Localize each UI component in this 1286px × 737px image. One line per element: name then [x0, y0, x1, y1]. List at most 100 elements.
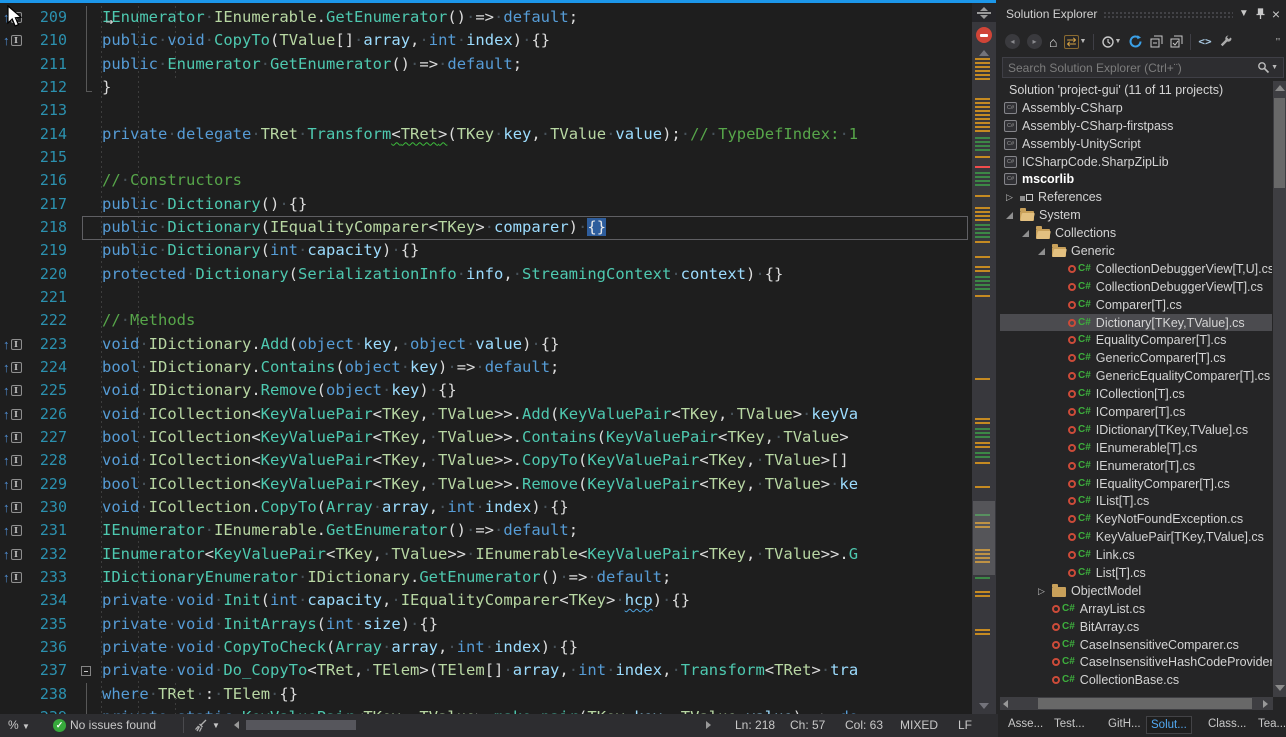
implements-glyph-icon[interactable]: ↑I: [0, 6, 32, 29]
tree-item[interactable]: C#ICollection[T].cs: [1000, 385, 1272, 403]
tree-item[interactable]: System: [1000, 206, 1272, 224]
tree-item[interactable]: C#GenericEqualityComparer[T].cs: [1000, 367, 1272, 385]
editor-horizontal-scrollbar[interactable]: [246, 720, 702, 730]
code-line[interactable]: 211→ → → public·Enumerator·GetEnumerator…: [0, 53, 972, 76]
code-line[interactable]: 213→: [0, 99, 972, 122]
view-code-icon[interactable]: <>: [1198, 35, 1211, 48]
code-line[interactable]: 216→ → //·Constructors: [0, 169, 972, 192]
fold-margin[interactable]: [76, 53, 100, 76]
implements-glyph-icon[interactable]: ↑I: [0, 496, 32, 519]
implements-glyph-icon[interactable]: [0, 589, 32, 612]
implements-glyph-icon[interactable]: [0, 659, 32, 682]
fold-margin[interactable]: [76, 309, 100, 332]
code-text[interactable]: → → private·void·Init(int·capacity,·IEqu…: [100, 589, 972, 612]
code-cleanup-caret-icon[interactable]: ▼: [212, 721, 220, 730]
implements-glyph-icon[interactable]: ↑I: [0, 29, 32, 52]
fold-margin[interactable]: [76, 286, 100, 309]
code-line[interactable]: ↑I232→ → IEnumerator<KeyValuePair<TKey,·…: [0, 543, 972, 566]
fold-margin[interactable]: [76, 543, 100, 566]
implements-glyph-icon[interactable]: ↑I: [0, 519, 32, 542]
fold-margin[interactable]: [76, 473, 100, 496]
code-cleanup-broom-icon[interactable]: [194, 719, 208, 732]
fold-margin[interactable]: [76, 29, 100, 52]
implements-glyph-icon[interactable]: [0, 123, 32, 146]
tree-item[interactable]: C#EqualityComparer[T].cs: [1000, 331, 1272, 349]
tree-item[interactable]: C#IEqualityComparer[T].cs: [1000, 475, 1272, 493]
tree-item[interactable]: ▷References: [1000, 188, 1272, 206]
tree-item[interactable]: C#List[T].cs: [1000, 564, 1272, 582]
implements-glyph-icon[interactable]: [0, 76, 32, 99]
code-line[interactable]: 220→ → protected·Dictionary(Serializatio…: [0, 263, 972, 286]
fold-margin[interactable]: [76, 426, 100, 449]
code-text[interactable]: → → IEnumerator·IEnumerable.GetEnumerato…: [100, 519, 972, 542]
fold-margin[interactable]: [76, 263, 100, 286]
code-text[interactable]: → → private·void·CopyToCheck(Array·array…: [100, 636, 972, 659]
panel-drag-texture[interactable]: [1103, 11, 1233, 19]
code-text[interactable]: → → public·Dictionary(IEqualityComparer<…: [100, 216, 972, 239]
tree-item[interactable]: C#IDictionary[TKey,TValue].cs: [1000, 421, 1272, 439]
collapse-all-icon[interactable]: [1150, 35, 1163, 48]
fold-margin[interactable]: [76, 659, 100, 682]
editor-scrollbar[interactable]: [972, 3, 996, 714]
code-line[interactable]: 239→ → private·static·KeyValuePair<TKey,…: [0, 706, 972, 714]
code-text[interactable]: → → void·IDictionary.Add(object·key,·obj…: [100, 333, 972, 356]
code-text[interactable]: → → private·delegate·TRet·Transform<TRet…: [100, 123, 972, 146]
collapse-region-icon[interactable]: [81, 666, 91, 676]
tree-item[interactable]: C#ICSharpCode.SharpZipLib: [1000, 153, 1272, 171]
tree-item[interactable]: C#CaseInsensitiveComparer.cs: [1000, 636, 1272, 654]
code-text[interactable]: → → protected·Dictionary(SerializationIn…: [100, 263, 972, 286]
tree-item[interactable]: C#Assembly-CSharp-firstpass: [1000, 117, 1272, 135]
tree-item[interactable]: C#mscorlib: [1000, 170, 1272, 188]
implements-glyph-icon[interactable]: [0, 683, 32, 706]
home-icon[interactable]: ⌂: [1049, 35, 1057, 49]
status-column[interactable]: Col: 63: [845, 718, 883, 732]
fold-margin[interactable]: [76, 99, 100, 122]
search-options-caret-icon[interactable]: ▼: [1271, 64, 1278, 71]
chevron-expanded-icon[interactable]: [1006, 212, 1013, 219]
code-text[interactable]: →: [100, 99, 972, 122]
fold-margin[interactable]: [76, 613, 100, 636]
code-line[interactable]: ↑I229→ → bool·ICollection<KeyValuePair<T…: [0, 473, 972, 496]
code-line[interactable]: 237→ → private·void·Do_CopyTo<TRet,·TEle…: [0, 659, 972, 682]
code-text[interactable]: → → private·void·InitArrays(int·size)·{}: [100, 613, 972, 636]
fold-margin[interactable]: [76, 636, 100, 659]
panel-tab[interactable]: Asse...: [1004, 716, 1047, 732]
implements-glyph-icon[interactable]: ↑I: [0, 379, 32, 402]
toolbar-overflow-icon[interactable]: ": [1275, 36, 1281, 48]
tree-item[interactable]: C#CollectionBase.cs: [1000, 671, 1272, 689]
fold-margin[interactable]: [76, 496, 100, 519]
fold-margin[interactable]: [76, 379, 100, 402]
search-icon[interactable]: [1257, 61, 1270, 74]
code-editor[interactable]: ↑I209→ → → IEnumerator·IEnumerable.GetEn…: [0, 3, 972, 714]
code-text[interactable]: → → → public·Enumerator·GetEnumerator()·…: [100, 53, 972, 76]
hscroll-left-arrow-icon[interactable]: [234, 721, 239, 729]
code-text[interactable]: → → private·void·Do_CopyTo<TRet,·TElem>(…: [100, 659, 972, 682]
tree-item[interactable]: Solution 'project-gui' (11 of 11 project…: [1000, 81, 1272, 99]
code-line[interactable]: 217→ → public·Dictionary()·{}: [0, 193, 972, 216]
tree-item[interactable]: Generic: [1000, 242, 1272, 260]
code-text[interactable]: →: [100, 286, 972, 309]
fold-margin[interactable]: [76, 589, 100, 612]
chevron-expanded-icon[interactable]: [1038, 248, 1045, 255]
code-text[interactable]: → → → public·void·CopyTo(TValue[]·array,…: [100, 29, 972, 52]
scroll-up-arrow-icon[interactable]: [979, 50, 989, 56]
tree-item[interactable]: C#BitArray.cs: [1000, 618, 1272, 636]
fold-margin[interactable]: [76, 169, 100, 192]
issues-status[interactable]: No issues found: [70, 718, 156, 732]
sync-with-active-document-icon[interactable]: [1170, 35, 1183, 48]
pending-changes-filter-icon[interactable]: ▼: [1101, 35, 1121, 49]
tree-horizontal-scrollbar[interactable]: [1000, 697, 1273, 710]
code-line[interactable]: ↑I231→ → IEnumerator·IEnumerable.GetEnum…: [0, 519, 972, 542]
code-text[interactable]: → → void·ICollection<KeyValuePair<TKey,·…: [100, 403, 972, 426]
implements-glyph-icon[interactable]: [0, 636, 32, 659]
code-line[interactable]: ↑I224→ → bool·IDictionary.Contains(objec…: [0, 356, 972, 379]
code-text[interactable]: → → bool·ICollection<KeyValuePair<TKey,·…: [100, 473, 972, 496]
tree-item[interactable]: C#ArrayList.cs: [1000, 600, 1272, 618]
tree-item[interactable]: C#IComparer[T].cs: [1000, 403, 1272, 421]
status-line[interactable]: Ln: 218: [735, 718, 775, 732]
chevron-expanded-icon[interactable]: [1022, 230, 1029, 237]
back-icon[interactable]: ◂: [1005, 34, 1020, 49]
code-text[interactable]: → → IDictionaryEnumerator·IDictionary.Ge…: [100, 566, 972, 589]
close-icon[interactable]: ×: [1272, 7, 1280, 21]
implements-glyph-icon[interactable]: ↑I: [0, 403, 32, 426]
